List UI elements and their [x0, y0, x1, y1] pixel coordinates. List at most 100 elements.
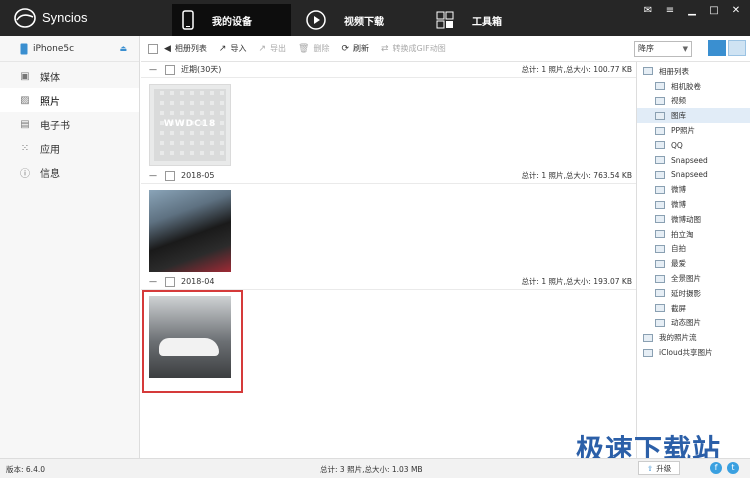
photo-icon: ▨ — [20, 94, 30, 106]
upgrade-button[interactable]: ⇧ 升级 — [638, 461, 681, 475]
eject-icon[interactable]: ⏏ — [119, 44, 127, 53]
sidebar-item-label: 电子书 — [40, 120, 70, 132]
message-icon[interactable]: ✉ — [642, 5, 654, 16]
convert-gif-label: 转换成GIF动图 — [392, 44, 446, 53]
tab-toolbox[interactable]: 工具箱 — [436, 4, 526, 36]
album-icon — [655, 156, 665, 165]
sidebar-item-apps[interactable]: ⁙ 应用 — [0, 136, 139, 160]
album-item[interactable]: Snapseed — [637, 168, 750, 183]
back-arrow-icon: ◀ — [164, 43, 171, 54]
collapse-icon[interactable]: — — [149, 65, 157, 74]
select-all-checkbox[interactable] — [148, 43, 158, 54]
album-label: 相机胶卷 — [671, 81, 701, 91]
group-title: 2018-04 — [181, 277, 215, 286]
video-icon — [655, 96, 665, 105]
album-icon — [643, 333, 653, 342]
sort-select[interactable]: 降序 ▼ — [634, 41, 692, 57]
tab-my-device[interactable]: 我的设备 — [172, 4, 291, 36]
device-selector[interactable]: iPhone5c ⏏ — [0, 36, 139, 62]
title-bar: Syncios 我的设备 视频下载 工具箱 ✉ ≡ ▁ □ ✕ — [0, 0, 750, 36]
album-label: PP照片 — [671, 126, 696, 136]
minimize-icon[interactable]: ▁ — [686, 5, 698, 16]
album-icon — [655, 141, 665, 150]
collapse-icon[interactable]: — — [149, 171, 157, 180]
sidebar-item-info[interactable]: ⓘ 信息 — [0, 160, 139, 184]
tab-label: 我的设备 — [212, 16, 252, 28]
sidebar-item-media[interactable]: ▣ 媒体 — [0, 64, 139, 88]
album-list-button[interactable]: ◀ 相册列表 — [164, 43, 207, 54]
album-item[interactable]: Snapseed — [637, 153, 750, 168]
album-item[interactable]: 相册列表 — [637, 64, 750, 79]
export-label: 导出 — [270, 44, 287, 53]
album-item[interactable]: iCloud共享图片 — [637, 345, 750, 360]
album-item[interactable]: 动态图片 — [637, 316, 750, 331]
import-icon: ↗ — [218, 43, 227, 54]
export-icon: ↗ — [258, 43, 267, 54]
facebook-icon[interactable]: f — [710, 462, 722, 474]
album-label: Snapseed — [671, 170, 708, 180]
menu-icon[interactable]: ≡ — [664, 5, 676, 16]
photo-thumbnail[interactable] — [149, 190, 231, 272]
maximize-icon[interactable]: □ — [708, 5, 720, 16]
grid-view-button[interactable] — [728, 40, 746, 56]
sidebar-item-label: 应用 — [40, 144, 60, 156]
twitter-icon[interactable]: t — [727, 462, 739, 474]
export-button[interactable]: ↗ 导出 — [258, 43, 286, 54]
album-label: QQ — [671, 140, 683, 150]
close-icon[interactable]: ✕ — [730, 5, 742, 16]
album-item[interactable]: 截屏 — [637, 301, 750, 316]
group-checkbox[interactable] — [165, 170, 175, 181]
album-icon — [655, 318, 665, 327]
info-icon: ⓘ — [20, 168, 30, 180]
album-item[interactable]: 微博 — [637, 197, 750, 212]
group-header: — 2018-04 总计: 1 照片,总大小: 193.07 KB — [141, 274, 636, 290]
album-icon — [655, 304, 665, 313]
group-checkbox[interactable] — [165, 276, 175, 287]
toolbox-icon — [436, 11, 454, 29]
album-item[interactable]: 拍立淘 — [637, 227, 750, 242]
sidebar-item-label: 信息 — [40, 168, 60, 180]
album-icon — [655, 259, 665, 268]
album-icon — [655, 200, 665, 209]
album-icon — [655, 230, 665, 239]
group-stats: 总计: 1 照片,总大小: 100.77 KB — [521, 65, 632, 74]
sidebar-item-photos[interactable]: ▨ 照片 — [0, 88, 139, 112]
import-label: 导入 — [230, 44, 247, 53]
upgrade-icon: ⇧ — [647, 463, 654, 473]
album-icon — [655, 289, 665, 298]
album-item[interactable]: 微博动图 — [637, 212, 750, 227]
collapse-icon[interactable]: — — [149, 277, 157, 286]
camera-icon — [655, 82, 665, 91]
convert-icon: ⇄ — [381, 43, 389, 54]
album-item[interactable]: 微博 — [637, 182, 750, 197]
album-icon — [655, 274, 665, 283]
tab-video-download[interactable]: 视频下载 — [306, 4, 416, 36]
play-icon — [306, 10, 326, 30]
album-item[interactable]: 视频 — [637, 94, 750, 109]
syncios-logo-icon — [14, 8, 36, 28]
list-view-button[interactable] — [708, 40, 726, 56]
album-icon — [655, 126, 665, 135]
album-item[interactable]: PP照片 — [637, 123, 750, 138]
group-checkbox[interactable] — [165, 64, 175, 75]
album-item[interactable]: 全景图片 — [637, 271, 750, 286]
thumbnail-text: WWDC18 — [163, 119, 217, 129]
import-button[interactable]: ↗ 导入 — [219, 43, 247, 54]
album-item[interactable]: 延时摄影 — [637, 286, 750, 301]
album-icon — [655, 170, 665, 179]
sidebar-item-ebook[interactable]: ▤ 电子书 — [0, 112, 139, 136]
album-item[interactable]: 最爱 — [637, 256, 750, 271]
refresh-label: 刷新 — [353, 44, 369, 53]
album-item[interactable]: 我的照片流 — [637, 330, 750, 345]
app-name: Syncios — [42, 10, 88, 25]
album-item[interactable]: 自拍 — [637, 242, 750, 257]
photo-thumbnail[interactable]: WWDC18 — [149, 84, 231, 166]
total-text: 总计: 3 照片,总大小: 1.03 MB — [320, 465, 423, 474]
refresh-button[interactable]: ⟳ 刷新 — [341, 43, 369, 54]
album-item[interactable]: 图库 — [637, 108, 750, 124]
convert-gif-button[interactable]: ⇄ 转换成GIF动图 — [381, 43, 446, 54]
album-item[interactable]: 相机胶卷 — [637, 79, 750, 94]
album-item[interactable]: QQ — [637, 138, 750, 153]
delete-button[interactable]: 🗑 删除 — [298, 43, 329, 54]
album-label: Snapseed — [671, 155, 708, 165]
